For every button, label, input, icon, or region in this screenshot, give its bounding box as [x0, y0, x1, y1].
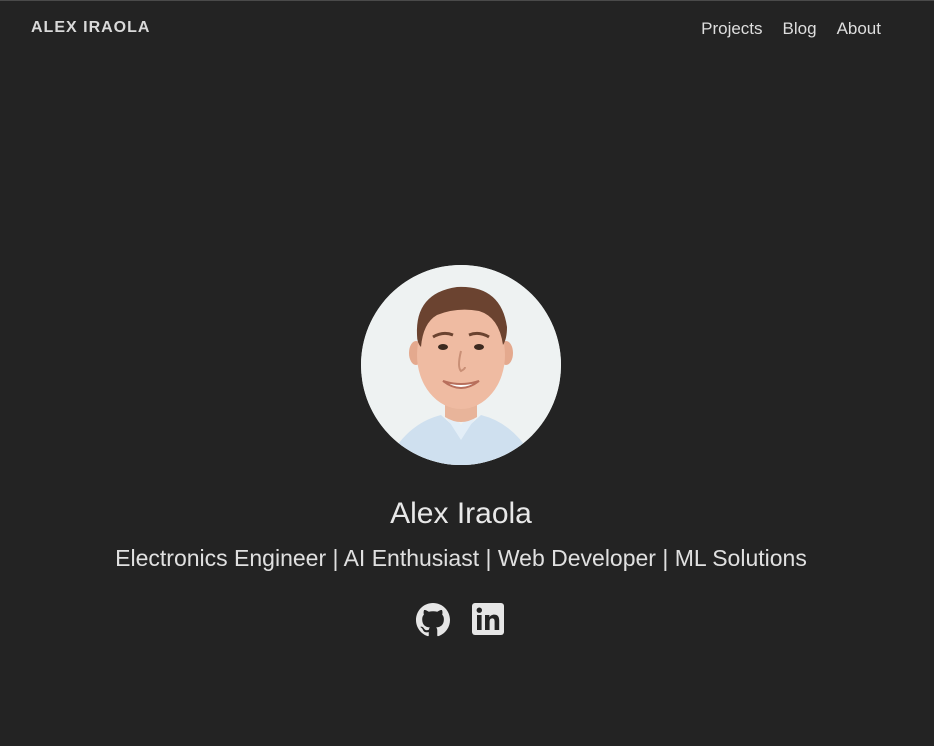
linkedin-link[interactable]: [472, 603, 506, 637]
github-icon: [416, 603, 450, 637]
avatar: [361, 265, 561, 465]
profile-photo: [361, 265, 561, 465]
social-links: [416, 603, 506, 637]
profile-tagline: Electronics Engineer | AI Enthusiast | W…: [115, 545, 807, 571]
nav-blog-link[interactable]: Blog: [783, 19, 817, 39]
brand-link[interactable]: ALEX IRAOLA: [31, 19, 150, 37]
page: ALEX IRAOLA Projects Blog About Alex Ira…: [0, 0, 934, 746]
github-link[interactable]: [416, 603, 450, 637]
linkedin-icon: [472, 603, 504, 635]
nav-about-link[interactable]: About: [837, 19, 881, 39]
top-nav: Projects Blog About: [701, 19, 881, 39]
profile-name: Alex Iraola: [390, 497, 532, 530]
nav-projects-link[interactable]: Projects: [701, 19, 762, 39]
